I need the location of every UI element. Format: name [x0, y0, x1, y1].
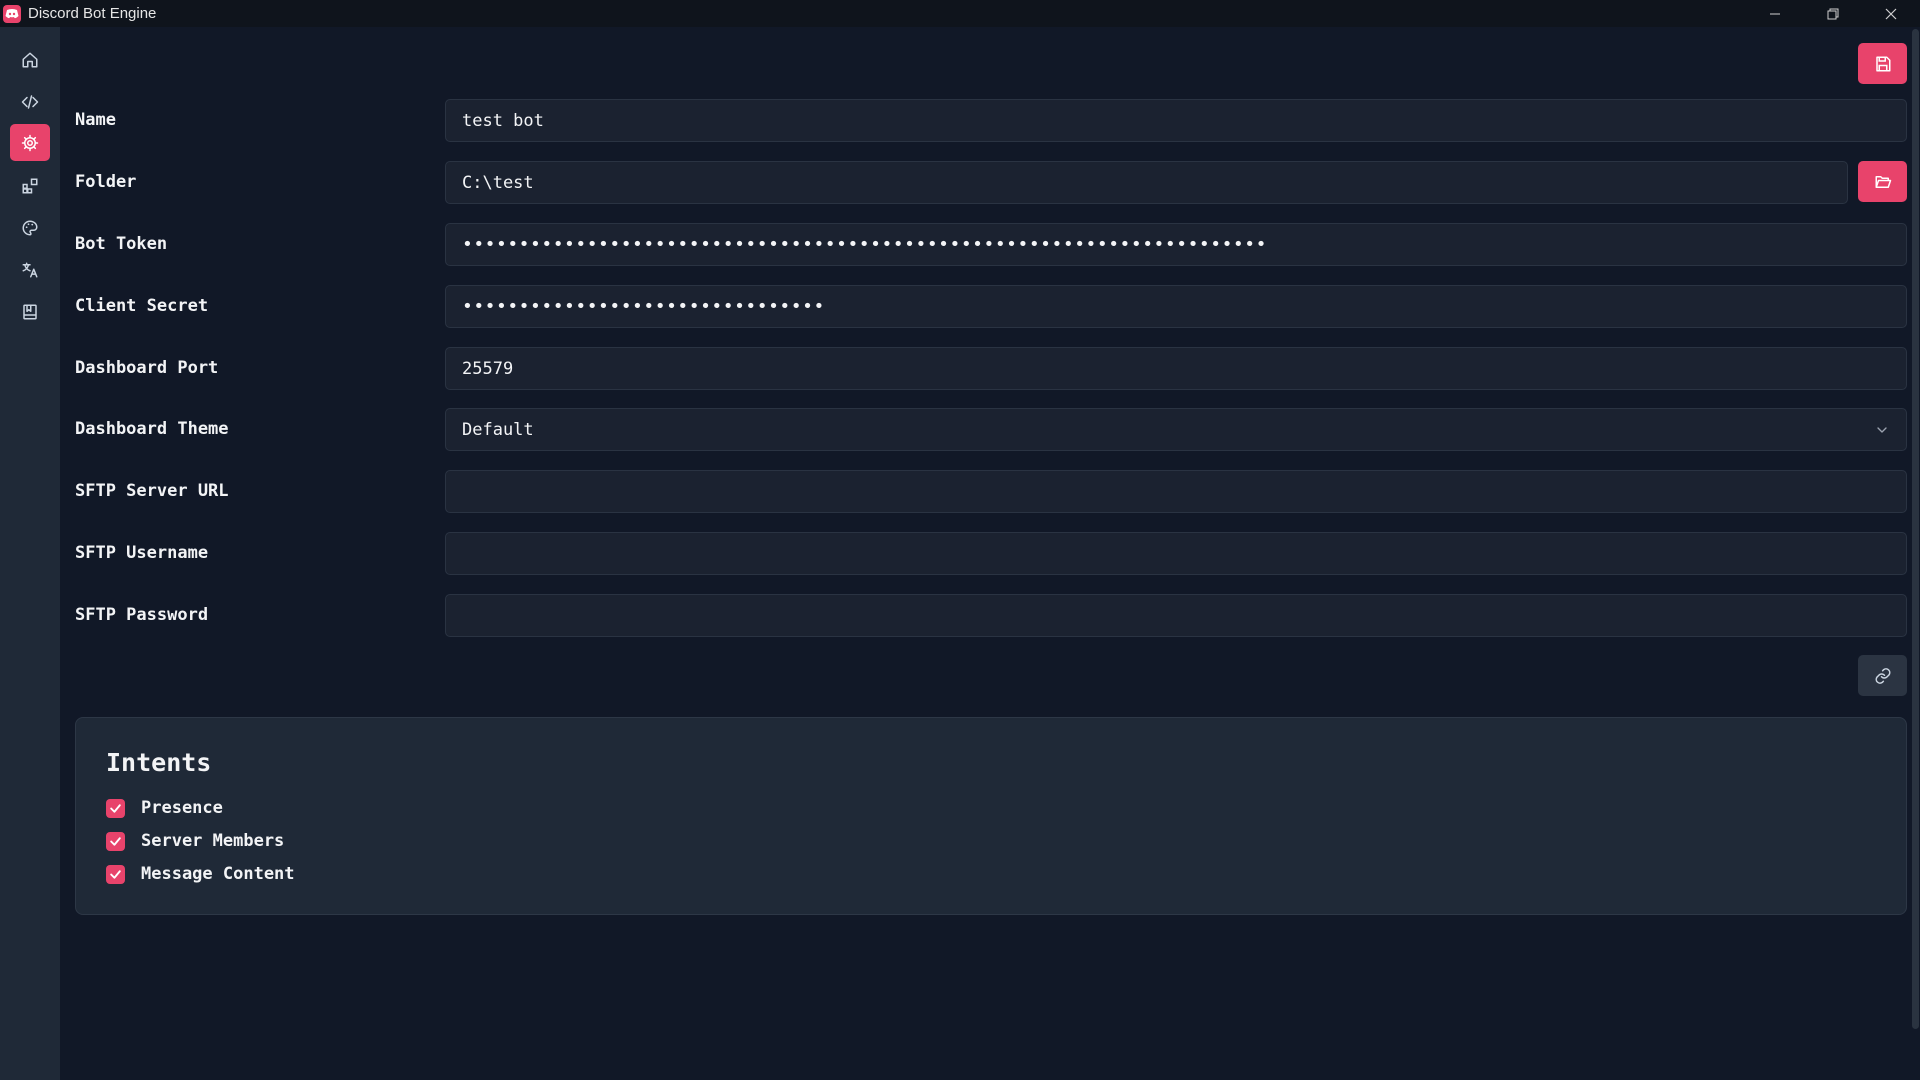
sidebar-item-settings[interactable]	[10, 124, 50, 161]
restore-icon	[1827, 8, 1839, 19]
intents-card: Intents Presence Server Members Message …	[75, 717, 1907, 915]
sidebar-item-home[interactable]	[10, 41, 50, 78]
code-icon	[21, 94, 39, 109]
dashboard-theme-value: Default	[462, 419, 534, 440]
intent-server-members[interactable]: Server Members	[106, 831, 284, 851]
folder-label: Folder	[75, 172, 137, 192]
sftp-url-input[interactable]	[445, 470, 1907, 513]
link-icon	[1875, 667, 1890, 684]
title-bar: Discord Bot Engine	[0, 0, 1920, 27]
minimize-button[interactable]	[1746, 0, 1804, 27]
sidebar-item-code[interactable]	[10, 83, 50, 120]
sftp-username-label: SFTP Username	[75, 543, 209, 563]
plugins-icon	[22, 178, 38, 193]
dashboard-theme-label: Dashboard Theme	[75, 419, 229, 439]
save-button[interactable]	[1858, 43, 1907, 84]
presence-checkbox[interactable]	[106, 798, 125, 818]
bot-token-label: Bot Token	[75, 234, 168, 254]
scrollbar[interactable]	[1912, 29, 1919, 1029]
palette-icon	[22, 219, 38, 236]
sftp-password-label: SFTP Password	[75, 605, 209, 625]
server-members-checkbox[interactable]	[106, 831, 125, 851]
sftp-password-input[interactable]	[445, 594, 1907, 637]
check-icon	[110, 869, 121, 879]
window-title: Discord Bot Engine	[28, 5, 157, 22]
sftp-username-input[interactable]	[445, 532, 1907, 575]
close-button[interactable]	[1862, 0, 1920, 27]
folder-input[interactable]: C:\test	[445, 161, 1848, 204]
check-icon	[110, 803, 121, 813]
message-content-checkbox[interactable]	[106, 864, 125, 884]
intent-message-content[interactable]: Message Content	[106, 864, 295, 884]
dashboard-port-label: Dashboard Port	[75, 358, 219, 378]
translate-icon	[22, 262, 38, 277]
intent-presence[interactable]: Presence	[106, 798, 223, 818]
save-icon	[1875, 56, 1890, 71]
sidebar-item-plugins[interactable]	[10, 167, 50, 204]
app-logo-icon	[3, 4, 21, 23]
sidebar-item-theme[interactable]	[10, 209, 50, 246]
name-input[interactable]: test bot	[445, 99, 1907, 142]
dashboard-theme-select[interactable]: Default	[445, 408, 1907, 451]
presence-label: Presence	[141, 798, 223, 818]
restore-button[interactable]	[1804, 0, 1862, 27]
connect-sftp-button[interactable]	[1858, 655, 1907, 696]
sidebar-item-docs[interactable]	[10, 293, 50, 330]
client-secret-input[interactable]: ••••••••••••••••••••••••••••••••	[445, 285, 1907, 328]
server-members-label: Server Members	[141, 831, 285, 851]
bot-token-input[interactable]: ••••••••••••••••••••••••••••••••••••••••…	[445, 223, 1907, 266]
name-label: Name	[75, 110, 116, 130]
sftp-url-label: SFTP Server URL	[75, 481, 229, 501]
folder-open-icon	[1875, 175, 1891, 188]
minimize-icon	[1770, 13, 1780, 14]
check-icon	[110, 836, 121, 846]
book-icon	[23, 304, 37, 319]
dashboard-port-input[interactable]: 25579	[445, 347, 1907, 390]
intents-title: Intents	[106, 748, 212, 777]
gear-icon	[21, 134, 39, 151]
browse-folder-button[interactable]	[1858, 161, 1907, 202]
client-secret-label: Client Secret	[75, 296, 209, 316]
message-content-label: Message Content	[141, 864, 295, 884]
sidebar-item-language[interactable]	[10, 251, 50, 288]
settings-panel: Name test bot Folder C:\test Bot Token •…	[60, 27, 1920, 1080]
home-icon	[22, 52, 38, 67]
sidebar	[0, 27, 60, 1080]
close-icon	[1885, 8, 1897, 19]
chevron-down-icon	[1877, 427, 1887, 433]
